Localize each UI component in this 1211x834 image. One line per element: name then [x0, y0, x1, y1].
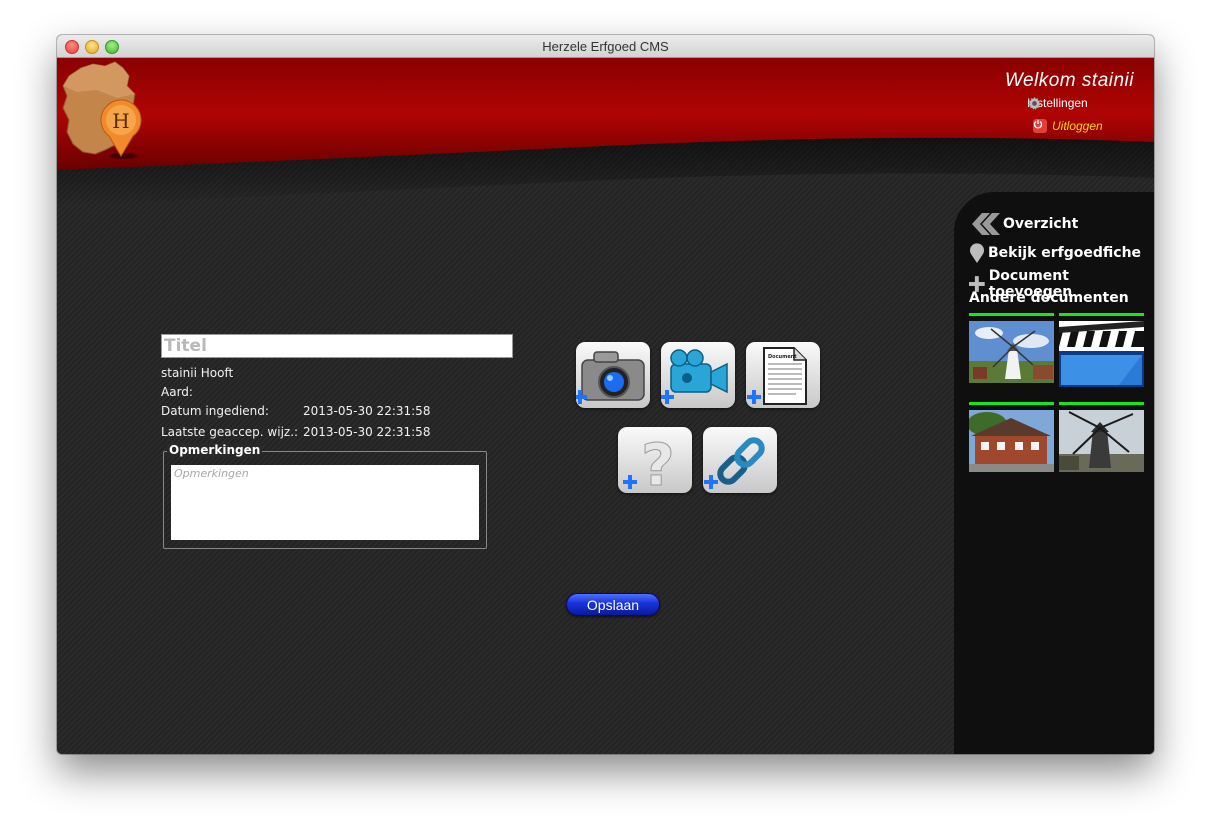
thumbnail-brick-house[interactable] — [969, 410, 1054, 472]
nav-overview[interactable]: Overzicht — [968, 213, 1078, 235]
last-change-label: Laatste geaccep. wijz.: — [161, 425, 299, 439]
question-mark-icon: ? — [623, 431, 675, 493]
thumb-2-indicator — [1059, 313, 1144, 316]
logo-icon: H — [62, 61, 142, 159]
logout-link[interactable]: Uitloggen — [1033, 119, 1103, 133]
document-caption: Document — [768, 354, 797, 360]
thumbnail-video[interactable] — [1059, 321, 1144, 387]
power-icon — [1033, 119, 1047, 133]
svg-text:?: ? — [641, 431, 675, 493]
sidebar: Overzicht Bekijk erfgoedfiche Document t… — [954, 192, 1154, 754]
submitted-date-value: 2013-05-30 22:31:58 — [303, 404, 431, 418]
thumbnail-windmill[interactable] — [969, 321, 1054, 383]
submitted-date-label: Datum ingediend: — [161, 404, 269, 418]
nav-view-sheet-label: Bekijk erfgoedfiche — [988, 245, 1142, 261]
app-window: Herzele Erfgoed CMS H Welkom stainii Ins… — [57, 35, 1154, 754]
header-background — [57, 58, 1154, 206]
title-bar: Herzele Erfgoed CMS — [57, 35, 1154, 58]
author-text: stainii Hooft — [161, 366, 234, 380]
title-input[interactable] — [161, 334, 513, 358]
thumb-1-indicator — [969, 313, 1054, 316]
window-title: Herzele Erfgoed CMS — [542, 39, 669, 54]
chain-link-icon — [704, 437, 765, 489]
camera-icon — [576, 351, 645, 404]
thumb-4-indicator — [1059, 402, 1144, 405]
save-button[interactable]: Opslaan — [566, 593, 660, 616]
header: H Welkom stainii Instellingen Uitloggen — [57, 58, 1154, 208]
settings-link[interactable]: Instellingen — [1027, 96, 1088, 111]
brick-house-photo — [969, 410, 1054, 472]
aard-label: Aard: — [161, 385, 193, 399]
video-camera-icon — [661, 349, 728, 404]
add-document-button[interactable]: Document — [746, 342, 820, 408]
thumbnail-windmill-dark[interactable] — [1059, 410, 1144, 472]
map-pin-icon — [970, 243, 984, 263]
windmill-dark-photo — [1059, 410, 1144, 472]
document-icon: Document — [747, 347, 807, 405]
thumb-3-indicator — [969, 402, 1054, 405]
video-clapperboard — [1059, 321, 1144, 387]
other-documents-heading: Andere documenten — [969, 290, 1129, 306]
remarks-textarea[interactable] — [171, 465, 479, 540]
main-content: H Welkom stainii Instellingen Uitloggen — [57, 58, 1154, 754]
add-video-button[interactable] — [661, 342, 735, 408]
last-change-value: 2013-05-30 22:31:58 — [303, 425, 431, 439]
logout-label: Uitloggen — [1052, 119, 1103, 133]
nav-view-sheet[interactable]: Bekijk erfgoedfiche — [969, 243, 1141, 263]
remarks-legend: Opmerkingen — [167, 443, 263, 457]
add-photo-button[interactable] — [576, 342, 650, 408]
windmill-photo — [969, 321, 1054, 383]
add-link-button[interactable] — [703, 427, 777, 493]
logo-letter: H — [112, 109, 129, 133]
nav-overview-label: Overzicht — [1003, 216, 1079, 232]
welcome-text: Welkom stainii — [1004, 70, 1134, 91]
double-chevron-left-icon — [972, 213, 1000, 235]
add-other-button[interactable]: ? — [618, 427, 692, 493]
gear-icon — [1028, 96, 1041, 111]
